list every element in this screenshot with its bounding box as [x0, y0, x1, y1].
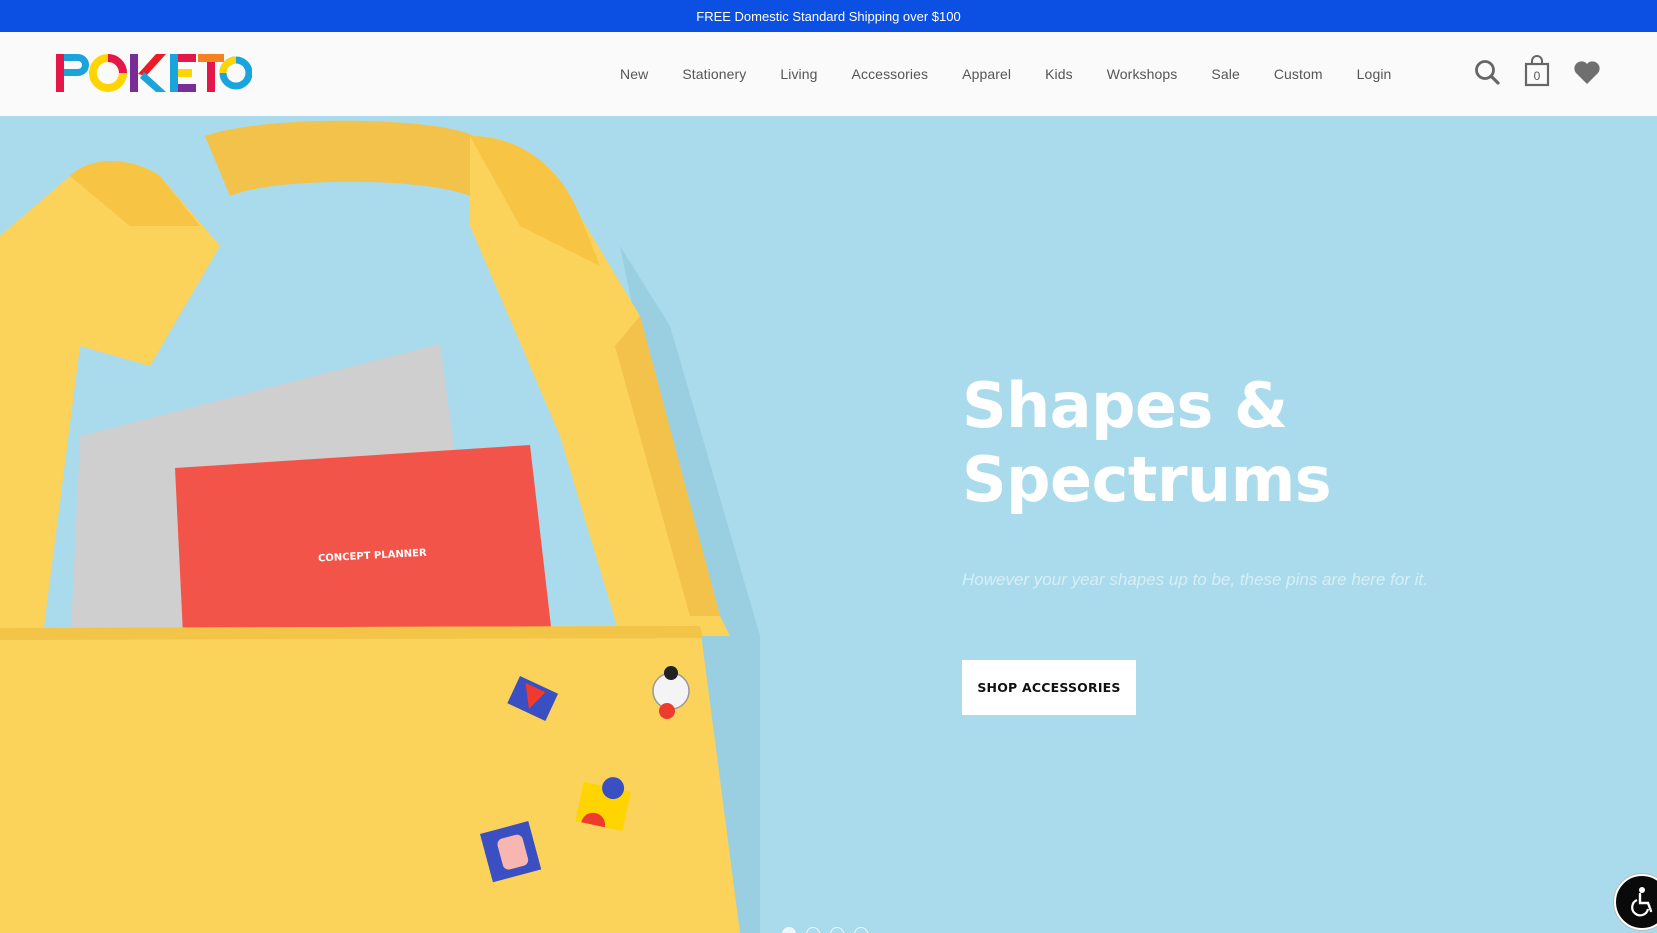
main-nav: New Stationery Living Accessories Appare… [620, 32, 1425, 116]
shop-accessories-button[interactable]: SHOP ACCESSORIES [962, 660, 1136, 715]
poketo-logo[interactable] [56, 50, 252, 96]
nav-item-apparel[interactable]: Apparel [962, 66, 1011, 82]
announcement-text: FREE Domestic Standard Shipping over $10… [696, 8, 961, 24]
heart-icon [1574, 61, 1600, 84]
nav-item-stationery[interactable]: Stationery [682, 66, 746, 82]
cart-count: 0 [1533, 69, 1541, 83]
hero-title: Shapes & Spectrums [962, 369, 1522, 517]
carousel-dot[interactable] [854, 927, 868, 933]
hero-title-line2: Spectrums [962, 443, 1332, 516]
nav-item-login[interactable]: Login [1357, 66, 1392, 82]
site-header: New Stationery Living Accessories Appare… [0, 32, 1657, 117]
carousel-dots [782, 927, 868, 933]
accessibility-button[interactable] [1614, 874, 1657, 930]
nav-item-living[interactable]: Living [780, 66, 817, 82]
nav-item-custom[interactable]: Custom [1274, 66, 1323, 82]
hero-subtitle: However your year shapes up to be, these… [962, 570, 1428, 589]
wishlist-button[interactable] [1573, 59, 1601, 85]
hero-title-line1: Shapes & [962, 369, 1288, 442]
nav-item-new[interactable]: New [620, 66, 648, 82]
nav-item-kids[interactable]: Kids [1045, 66, 1073, 82]
nav-item-sale[interactable]: Sale [1211, 66, 1239, 82]
carousel-dot[interactable] [806, 927, 820, 933]
nav-item-accessories[interactable]: Accessories [852, 66, 929, 82]
hero-tote-bag-image: CONCEPT PLANNER [0, 120, 760, 933]
carousel-dot[interactable] [830, 927, 844, 933]
nav-item-workshops[interactable]: Workshops [1107, 66, 1178, 82]
announcement-bar: FREE Domestic Standard Shipping over $10… [0, 0, 1657, 32]
cart-button[interactable]: 0 [1524, 55, 1550, 87]
accessibility-icon [1631, 887, 1653, 917]
search-icon [1475, 60, 1500, 85]
search-button[interactable] [1474, 59, 1500, 85]
hero-banner: CONCEPT PLANNER Shapes & Spectrums Howev… [0, 116, 1657, 933]
carousel-dot[interactable] [782, 927, 796, 933]
